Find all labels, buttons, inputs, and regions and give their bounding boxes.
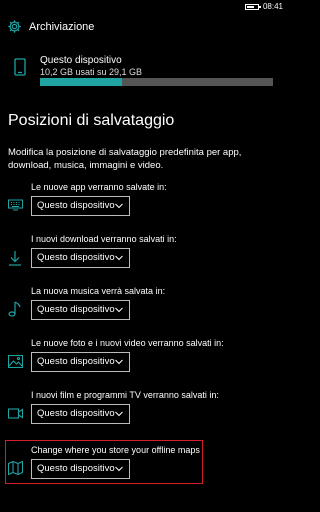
downloads-location-dropdown[interactable]: Questo dispositivo [31,248,130,268]
device-storage-item[interactable]: Questo dispositivo 10,2 GB usati su 29,1… [0,52,288,92]
dropdown-value: Questo dispositivo [37,304,115,315]
location-label: Le nuove app verranno salvate in: [31,182,167,192]
image-icon [8,355,23,368]
chevron-down-icon [115,307,123,313]
device-name: Questo dispositivo [40,55,122,66]
title-bar: Archiviazione [0,16,288,38]
music-location-dropdown[interactable]: Questo dispositivo [31,300,130,320]
chevron-down-icon [115,255,123,261]
section-description: Modifica la posizione di salvataggio pre… [8,147,242,171]
storage-progress-bar [40,78,273,86]
music-note-icon [8,301,22,317]
gear-icon [7,19,22,34]
location-label: Change where you store your offline maps [31,445,200,455]
chevron-down-icon [115,203,123,209]
device-usage: 10,2 GB usati su 29,1 GB [40,67,143,77]
apps-location-dropdown[interactable]: Questo dispositivo [31,196,130,216]
keyboard-icon [8,199,23,211]
download-icon [8,250,22,266]
location-label: I nuovi film e programmi TV verranno sal… [31,390,219,400]
video-camera-icon [8,408,23,419]
battery-icon [244,3,261,10]
storage-progress-fill [40,78,122,86]
phone-icon [14,58,26,76]
chevron-down-icon [115,466,123,472]
movies-location-dropdown[interactable]: Questo dispositivo [31,404,130,424]
location-label: La nuova musica verrà salvata in: [31,286,166,296]
chevron-down-icon [115,411,123,417]
dropdown-value: Questo dispositivo [37,463,115,474]
dropdown-value: Questo dispositivo [37,200,115,211]
maps-location-dropdown[interactable]: Questo dispositivo [31,459,130,479]
location-label: Le nuove foto e i nuovi video verranno s… [31,338,224,348]
chevron-down-icon [115,359,123,365]
map-icon [8,461,23,475]
section-title: Posizioni di salvataggio [8,112,175,129]
status-bar: 08:41 [0,0,288,14]
photos-location-dropdown[interactable]: Questo dispositivo [31,352,130,372]
dropdown-value: Questo dispositivo [37,252,115,263]
dropdown-value: Questo dispositivo [37,356,115,367]
clock: 08:41 [262,2,283,11]
page-title: Archiviazione [29,21,95,33]
location-label: I nuovi download verranno salvati in: [31,234,177,244]
dropdown-value: Questo dispositivo [37,408,115,419]
